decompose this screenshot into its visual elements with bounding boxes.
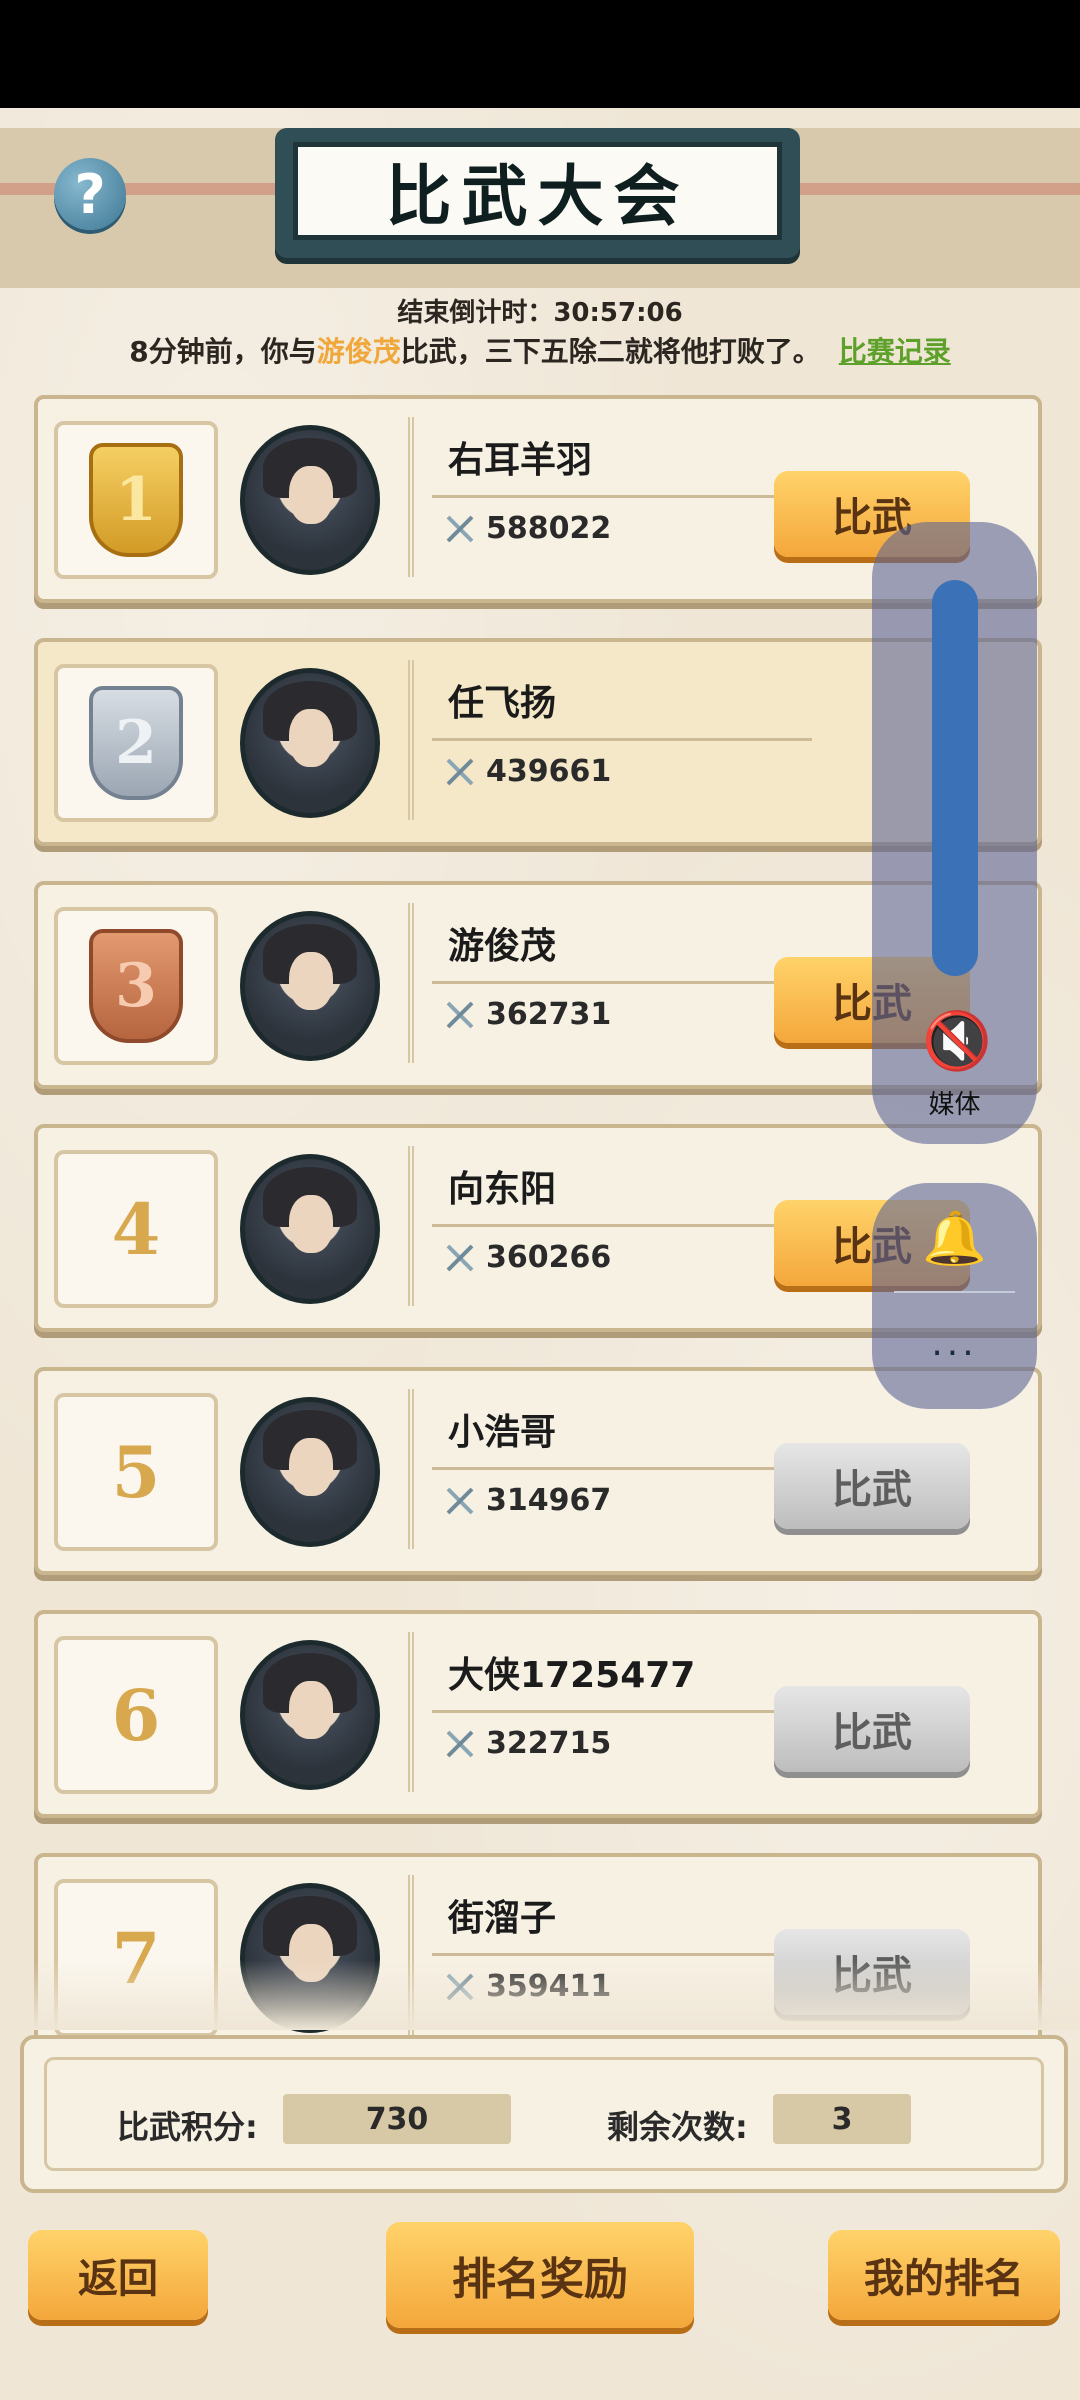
my-rank-button[interactable]: 我的排名 (828, 2230, 1060, 2320)
combat-power-value: 588022 (486, 511, 612, 546)
avatar-face (289, 709, 333, 767)
divider (432, 981, 812, 984)
avatar (240, 1397, 380, 1547)
player-name: 任飞扬 (448, 683, 557, 724)
rank-number: 1 (115, 465, 157, 535)
countdown-text: 结束倒计时：30:57:06 (397, 298, 683, 328)
divider (432, 495, 812, 498)
rank-badge: 5 (54, 1393, 218, 1551)
bell-icon[interactable]: 🔔 (922, 1207, 987, 1271)
combat-power-value: 439661 (486, 754, 612, 789)
avatar (240, 1640, 380, 1790)
crossed-swords-icon (446, 1244, 474, 1271)
divider (432, 1710, 812, 1713)
player-row[interactable]: 6 大侠1725477 322715 比武 (34, 1610, 1042, 1820)
rank-badge: 4 (54, 1150, 218, 1308)
combat-power-value: 314967 (486, 1483, 612, 1518)
player-name: 小浩哥 (448, 1412, 557, 1453)
player-name: 右耳羊羽 (448, 440, 593, 481)
match-record-link[interactable]: 比赛记录 (839, 335, 951, 368)
avatar (240, 668, 380, 818)
crossed-swords-icon (446, 1487, 474, 1514)
crossed-swords-icon (446, 758, 474, 785)
ring-panel: 🔔 ... (872, 1183, 1037, 1409)
more-options-button[interactable]: ... (872, 1323, 1037, 1364)
volume-label: 媒体 (928, 1090, 981, 1120)
rank-number: 3 (115, 951, 157, 1021)
status-bar (0, 0, 1080, 108)
combat-power: 588022 (444, 511, 611, 546)
avatar-face (289, 466, 333, 524)
crossed-swords-icon (446, 1730, 474, 1757)
player-row[interactable]: 5 小浩哥 314967 比武 (34, 1367, 1042, 1577)
title-plaque: 比武大会 (275, 128, 800, 258)
page-title: 比武大会 (293, 142, 782, 240)
avatar (240, 911, 380, 1061)
divider (432, 1467, 812, 1470)
avatar-face (289, 1438, 333, 1496)
rank-number: 2 (115, 708, 157, 778)
combat-power-value: 322715 (486, 1726, 612, 1761)
player-row[interactable]: 7街溜子359411比武 (34, 1853, 1042, 2063)
rank-badge: 2 (54, 664, 218, 822)
combat-power: 314967 (444, 1483, 611, 1518)
challenge-button[interactable]: 比武 (774, 1686, 970, 1772)
combat-power: 439661 (444, 754, 611, 789)
challenge-button[interactable]: 比武 (774, 1443, 970, 1529)
battle-message-prefix: 8分钟前，你与 (129, 335, 317, 368)
player-card: 5 小浩哥 314967 比武 (34, 1367, 1042, 1575)
help-button[interactable]: ? (54, 158, 126, 230)
rank-badge: 3 (54, 907, 218, 1065)
rank-rewards-button[interactable]: 排名奖励 (386, 2222, 694, 2328)
avatar (240, 1154, 380, 1304)
battle-message: 8分钟前，你与游俊茂比武，三下五除二就将他打败了。 比赛记录 (0, 330, 1080, 370)
battle-message-suffix: 比武，三下五除二就将他打败了。 (400, 335, 821, 368)
combat-power: 360266 (444, 1240, 611, 1275)
divider (432, 738, 812, 741)
player-info: 小浩哥 314967 比武 (408, 1389, 1014, 1549)
divider (894, 1291, 1015, 1293)
combat-power: 362731 (444, 997, 611, 1032)
speaker-muted-icon[interactable]: 🔇 (922, 1010, 992, 1074)
crossed-swords-icon (446, 515, 474, 542)
volume-panel: 🔇 媒体 (872, 522, 1037, 1144)
question-icon: ? (74, 162, 106, 226)
player-name: 游俊茂 (448, 926, 557, 967)
volume-slider[interactable] (932, 580, 978, 976)
player-info: 大侠1725477 322715 比武 (408, 1632, 1014, 1792)
rank-badge: 6 (54, 1636, 218, 1794)
back-button[interactable]: 返回 (28, 2230, 208, 2320)
points-value: 730 (283, 2094, 511, 2144)
bronze-medal-icon: 3 (89, 929, 183, 1043)
player-name: 街溜子 (448, 1898, 557, 1939)
remaining-label: 剩余次数: (607, 2108, 748, 2146)
rank-number: 6 (111, 1673, 161, 1757)
silver-medal-icon: 2 (89, 686, 183, 800)
score-panel-inner: 比武积分: 730 剩余次数: 3 (44, 2057, 1044, 2171)
combat-power-value: 360266 (486, 1240, 612, 1275)
avatar (240, 425, 380, 575)
divider (432, 1953, 812, 1956)
points-label: 比武积分: (117, 2108, 258, 2146)
combat-power: 322715 (444, 1726, 611, 1761)
rank-badge: 1 (54, 421, 218, 579)
gold-medal-icon: 1 (89, 443, 183, 557)
player-name: 向东阳 (448, 1169, 557, 1210)
rank-number: 5 (111, 1430, 161, 1514)
divider (432, 1224, 812, 1227)
player-card: 6 大侠1725477 322715 比武 (34, 1610, 1042, 1818)
opponent-name: 游俊茂 (316, 335, 401, 368)
avatar-face (289, 952, 333, 1010)
rank-number: 4 (111, 1187, 161, 1271)
avatar-face (289, 1195, 333, 1253)
player-name: 大侠1725477 (448, 1655, 696, 1696)
list-fade (0, 1960, 1080, 2030)
avatar-face (289, 1681, 333, 1739)
combat-power-value: 362731 (486, 997, 612, 1032)
crossed-swords-icon (446, 1001, 474, 1028)
score-panel: 比武积分: 730 剩余次数: 3 (20, 2035, 1068, 2193)
remaining-value: 3 (773, 2094, 911, 2144)
